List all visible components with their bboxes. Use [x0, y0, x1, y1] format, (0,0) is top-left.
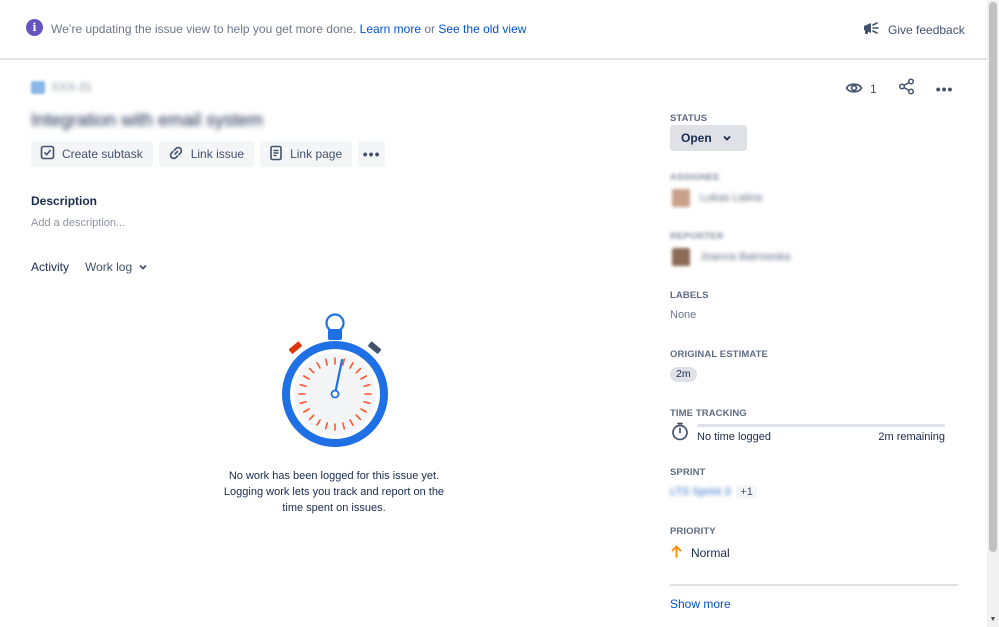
scroll-down-arrow[interactable]: ▼ [989, 616, 997, 623]
give-feedback-button[interactable]: Give feedback [862, 20, 965, 39]
status-value: Open [681, 131, 712, 145]
status-label: STATUS [670, 113, 708, 124]
sprint-label: SPRINT [670, 467, 706, 478]
empty-state-message: No work has been logged for this issue y… [184, 468, 484, 516]
share-icon [898, 78, 915, 100]
labels-label: LABELS [670, 290, 709, 301]
issue-key[interactable]: XXX-31 [51, 80, 92, 94]
link-page-label: Link page [290, 147, 343, 161]
empty-state-line: Logging work lets you track and report o… [223, 486, 445, 498]
chevron-down-icon [722, 131, 732, 145]
chevron-down-icon [138, 260, 148, 274]
time-remaining: 2m remaining [878, 431, 945, 443]
issue-actions: Create subtask Link issue Link page ••• [31, 141, 386, 167]
avatar [672, 248, 690, 266]
time-tracking-label: TIME TRACKING [670, 408, 747, 419]
issue-type-icon [31, 80, 45, 94]
issue-title[interactable]: Integration with email system [31, 110, 263, 131]
activity-section: Activity Work log [31, 260, 148, 274]
stopwatch-small-icon [671, 422, 689, 446]
page-icon [269, 145, 283, 164]
priority-label: PRIORITY [670, 526, 716, 537]
labels-field[interactable]: None [670, 309, 696, 321]
more-actions-button[interactable]: ••• [358, 141, 386, 167]
sidebar-divider [670, 584, 958, 586]
sprint-more-badge[interactable]: +1 [736, 485, 757, 499]
breadcrumb[interactable]: XXX-31 [31, 80, 92, 94]
arrow-up-icon [671, 545, 682, 561]
empty-state-line: No work has been logged for this issue y… [228, 470, 440, 482]
link-issue-label: Link issue [190, 147, 245, 161]
status-dropdown[interactable]: Open [670, 125, 747, 151]
banner-text: We’re updating the issue view to help yo… [51, 22, 357, 36]
original-estimate-label: ORIGINAL ESTIMATE [670, 349, 768, 360]
watcher-count: 1 [870, 82, 877, 96]
activity-filter-value: Work log [85, 260, 133, 274]
info-banner: i We’re updating the issue view to help … [0, 0, 989, 60]
time-tracking-field[interactable]: No time logged 2m remaining [671, 422, 945, 444]
give-feedback-label: Give feedback [888, 22, 965, 37]
reporter-label: REPORTER [670, 231, 724, 242]
assignee-name: Lukas Latina [700, 192, 763, 204]
assignee-field[interactable]: Lukas Latina [672, 189, 762, 207]
priority-field[interactable]: Normal [671, 545, 730, 561]
issue-header-actions: 1 ••• [845, 78, 953, 100]
banner-message: We’re updating the issue view to help yo… [51, 22, 526, 36]
megaphone-icon [862, 20, 880, 39]
description-heading: Description [31, 194, 98, 208]
share-button[interactable] [898, 78, 915, 100]
link-issue-button[interactable]: Link issue [158, 141, 255, 167]
page-scrollbar[interactable]: ▼ [987, 0, 999, 627]
time-tracking-bar [697, 424, 945, 427]
activity-filter-dropdown[interactable]: Work log [85, 260, 148, 274]
sprint-name[interactable]: LTS Sprint 3 [670, 486, 730, 498]
reporter-name: Joanna Batrowska [700, 251, 791, 263]
more-options-button[interactable]: ••• [936, 81, 954, 97]
sprint-field[interactable]: LTS Sprint 3 +1 [670, 485, 757, 499]
show-more-link[interactable]: Show more [670, 597, 731, 611]
link-page-button[interactable]: Link page [260, 141, 353, 167]
original-estimate-value[interactable]: 2m [670, 367, 697, 382]
activity-heading: Activity [31, 260, 70, 274]
assignee-label: ASSIGNEE [670, 172, 720, 183]
learn-more-link[interactable]: Learn more [360, 22, 421, 36]
description-field[interactable]: Add a description... [31, 217, 125, 229]
create-subtask-button[interactable]: Create subtask [31, 141, 153, 167]
empty-state-line: time spent on issues. [282, 502, 386, 514]
banner-or: or [424, 22, 436, 36]
avatar [672, 189, 690, 207]
subtask-icon [40, 145, 55, 163]
reporter-field[interactable]: Joanna Batrowska [672, 248, 791, 266]
old-view-link[interactable]: See the old view [438, 22, 526, 36]
stopwatch-icon [280, 312, 390, 457]
scrollbar-thumb[interactable] [989, 2, 997, 552]
watch-button[interactable]: 1 [845, 81, 877, 98]
eye-icon [845, 81, 863, 98]
time-logged: No time logged [697, 431, 771, 443]
link-icon [168, 145, 184, 164]
priority-value: Normal [691, 546, 730, 560]
info-icon: i [26, 19, 43, 36]
create-subtask-label: Create subtask [62, 147, 143, 161]
